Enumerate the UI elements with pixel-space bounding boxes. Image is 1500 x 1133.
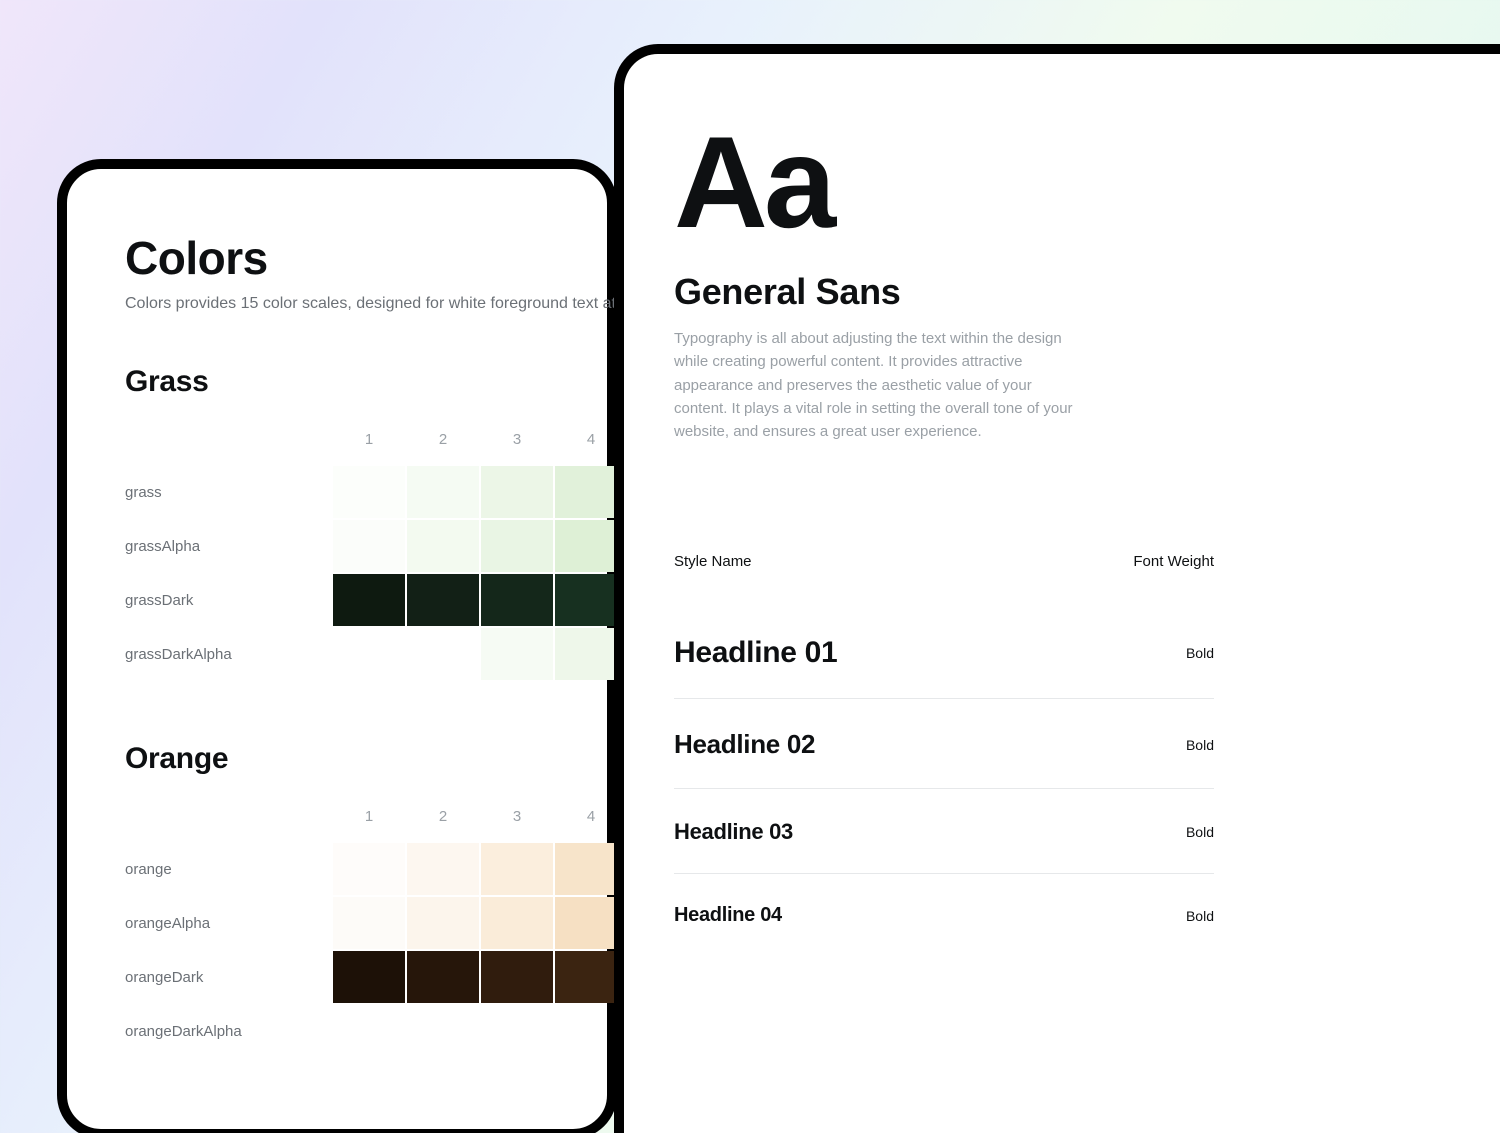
color-swatch	[481, 574, 553, 626]
palette-row: grassAlpha	[125, 520, 607, 572]
palette-title-orange: Orange	[125, 742, 607, 776]
style-name: Headline 03	[674, 819, 793, 845]
style-name: Headline 04	[674, 904, 782, 927]
color-swatch	[333, 951, 405, 1003]
type-style-row: Headline 01 Bold	[674, 606, 1214, 699]
style-weight: Bold	[1186, 737, 1214, 753]
type-style-row: Headline 03 Bold	[674, 789, 1214, 874]
style-weight: Bold	[1186, 824, 1214, 840]
style-name: Headline 01	[674, 636, 837, 670]
typeface-name: General Sans	[674, 271, 1500, 313]
palette-row: grass	[125, 466, 607, 518]
color-swatch	[407, 951, 479, 1003]
scale-step: 1	[333, 431, 405, 448]
type-specimen: Aa	[674, 124, 1500, 241]
color-swatch	[333, 1005, 405, 1057]
header-font-weight: Font Weight	[1133, 553, 1214, 570]
scale-step: 2	[407, 431, 479, 448]
row-label: orangeAlpha	[125, 915, 333, 932]
palette-grass: Grass 1 2 3 4 grass grassAlpha grassDark	[125, 365, 607, 680]
style-name: Headline 02	[674, 729, 815, 760]
colors-title: Colors	[125, 231, 607, 285]
scale-step: 3	[481, 431, 553, 448]
header-style-name: Style Name	[674, 553, 752, 570]
row-label: grassDark	[125, 592, 333, 609]
type-style-table: Style Name Font Weight Headline 01 Bold …	[674, 553, 1214, 927]
scale-header-orange: 1 2 3 4	[125, 808, 607, 825]
color-swatch	[481, 466, 553, 518]
scale-step: 2	[407, 808, 479, 825]
color-swatch	[481, 951, 553, 1003]
style-weight: Bold	[1186, 645, 1214, 661]
color-swatch	[481, 520, 553, 572]
scale-header-spacer	[125, 431, 333, 448]
color-swatch	[333, 843, 405, 895]
color-swatch	[407, 843, 479, 895]
color-swatch	[333, 628, 405, 680]
color-swatch	[481, 897, 553, 949]
row-label: orangeDark	[125, 969, 333, 986]
color-swatch	[407, 1005, 479, 1057]
colors-card: Colors Colors provides 15 color scales, …	[57, 159, 617, 1133]
color-swatch	[333, 574, 405, 626]
type-style-header: Style Name Font Weight	[674, 553, 1214, 570]
typography-description: Typography is all about adjusting the te…	[674, 327, 1074, 443]
row-label: grassAlpha	[125, 538, 333, 555]
color-swatch	[407, 520, 479, 572]
palette-orange: Orange 1 2 3 4 orange orangeAlpha orange…	[125, 742, 607, 1057]
scale-header-grass: 1 2 3 4	[125, 431, 607, 448]
color-swatch	[333, 520, 405, 572]
palette-title-grass: Grass	[125, 365, 607, 399]
style-weight: Bold	[1186, 908, 1214, 924]
type-style-row: Headline 04 Bold	[674, 874, 1214, 927]
color-swatch	[407, 466, 479, 518]
palette-row: orangeDark	[125, 951, 607, 1003]
row-label: orange	[125, 861, 333, 878]
color-swatch	[333, 897, 405, 949]
scale-step: 3	[481, 808, 553, 825]
row-label: grass	[125, 484, 333, 501]
color-swatch	[333, 466, 405, 518]
scale-step: 1	[333, 808, 405, 825]
color-swatch	[481, 628, 553, 680]
palette-row: orangeAlpha	[125, 897, 607, 949]
row-label: grassDarkAlpha	[125, 646, 333, 663]
palette-row: grassDark	[125, 574, 607, 626]
palette-row: orangeDarkAlpha	[125, 1005, 607, 1057]
type-style-row: Headline 02 Bold	[674, 699, 1214, 789]
palette-row: grassDarkAlpha	[125, 628, 607, 680]
color-swatch	[407, 897, 479, 949]
color-swatch	[407, 628, 479, 680]
row-label: orangeDarkAlpha	[125, 1023, 333, 1040]
typography-card: Aa General Sans Typography is all about …	[614, 44, 1500, 1133]
palette-row: orange	[125, 843, 607, 895]
color-swatch	[481, 843, 553, 895]
color-swatch	[481, 1005, 553, 1057]
colors-subtitle: Colors provides 15 color scales, designe…	[125, 295, 607, 313]
color-swatch	[407, 574, 479, 626]
scale-header-spacer	[125, 808, 333, 825]
